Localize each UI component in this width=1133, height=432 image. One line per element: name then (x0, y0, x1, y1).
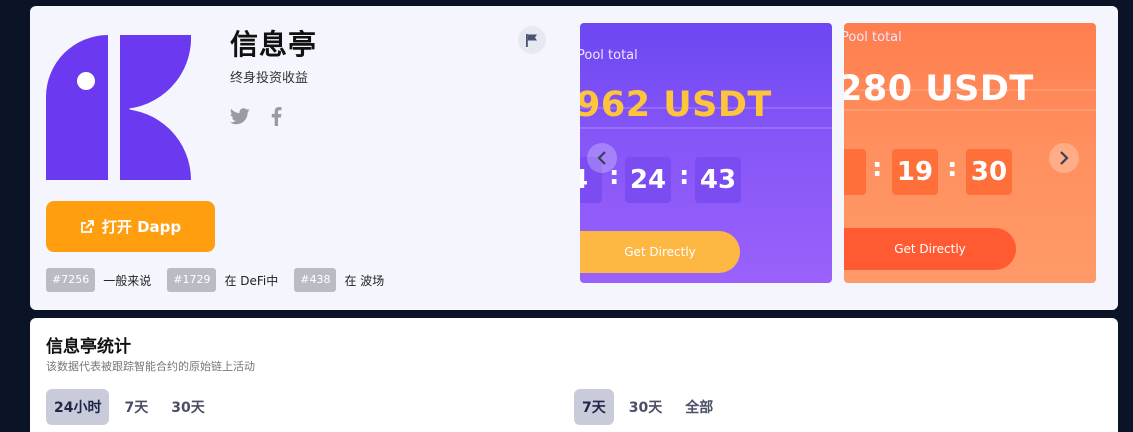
rank-number: #1729 (167, 268, 217, 292)
countdown-colon: : (872, 153, 883, 183)
rank-number: #438 (294, 268, 337, 292)
countdown-minutes: 19 (892, 149, 938, 195)
promo-banner-2[interactable]: Pool total 280 USDT : 19 : 30 Get Direct… (844, 23, 1096, 283)
flag-icon (526, 33, 537, 47)
rank-label: 一般来说 (103, 273, 152, 288)
pool-amount: 962 USDT (580, 85, 772, 125)
chevron-left-icon (597, 151, 606, 165)
open-dapp-label: 打开 Dapp (101, 218, 182, 236)
rank-label: 在 DeFi中 (224, 273, 279, 288)
ranking-tags: #7256 一般来说 #1729 在 DeFi中 #438 在 波场 (46, 268, 400, 292)
countdown-minutes: 24 (625, 157, 671, 203)
countdown-seconds: 43 (695, 157, 741, 203)
open-dapp-button[interactable]: 打开 Dapp (46, 201, 215, 252)
tab-30d[interactable]: 30天 (163, 389, 212, 425)
countdown-hours (844, 149, 866, 195)
carousel-next-button[interactable] (1049, 143, 1079, 173)
tab-7d[interactable]: 7天 (116, 389, 156, 425)
tab-30d[interactable]: 30天 (621, 389, 670, 425)
facebook-icon[interactable] (266, 106, 286, 126)
rank-number: #7256 (46, 268, 96, 292)
rank-tag-tron[interactable]: #438 在 波场 (294, 268, 384, 292)
pool-total-label: Pool total (844, 30, 902, 45)
report-flag-button[interactable] (518, 26, 546, 54)
app-subtitle: 终身投资收益 (230, 71, 309, 86)
stats-card: 信息亭统计 该数据代表被跟踪智能合约的原始链上活动 24小时 7天 30天 7天… (30, 318, 1118, 432)
countdown-seconds: 30 (966, 149, 1012, 195)
stats-subtitle: 该数据代表被跟踪智能合约的原始链上活动 (46, 360, 255, 373)
app-logo (46, 35, 191, 180)
rank-label: 在 波场 (344, 273, 385, 288)
get-directly-button[interactable]: Get Directly (580, 231, 740, 273)
pool-amount: 280 USDT (844, 69, 1034, 109)
get-directly-button[interactable]: Get Directly (844, 228, 1016, 270)
countdown-colon: : (947, 153, 958, 183)
rank-tag-defi[interactable]: #1729 在 DeFi中 (167, 268, 278, 292)
tab-all[interactable]: 全部 (677, 389, 721, 425)
social-links (230, 106, 286, 126)
tab-24h[interactable]: 24小时 (46, 389, 110, 425)
app-title: 信息亭 (230, 28, 318, 61)
range-tabs-right: 7天 30天 全部 (574, 389, 728, 425)
stats-title: 信息亭统计 (46, 337, 131, 357)
promo-banner-1[interactable]: Pool total 962 USDT 4 : 24 : 43 Get Dire… (580, 23, 832, 283)
carousel-prev-button[interactable] (587, 143, 617, 173)
twitter-icon[interactable] (230, 106, 250, 126)
rank-tag-general[interactable]: #7256 一般来说 (46, 268, 151, 292)
range-tabs-left: 24小时 7天 30天 (46, 389, 220, 425)
chevron-right-icon (1060, 151, 1069, 165)
dapp-header-card: 信息亭 终身投资收益 打开 Dapp #7256 一般来说 #1729 在 De… (30, 6, 1118, 310)
external-link-icon (80, 219, 94, 233)
countdown-colon: : (679, 161, 690, 191)
tab-7d[interactable]: 7天 (574, 389, 614, 425)
pool-total-label: Pool total (580, 48, 638, 63)
